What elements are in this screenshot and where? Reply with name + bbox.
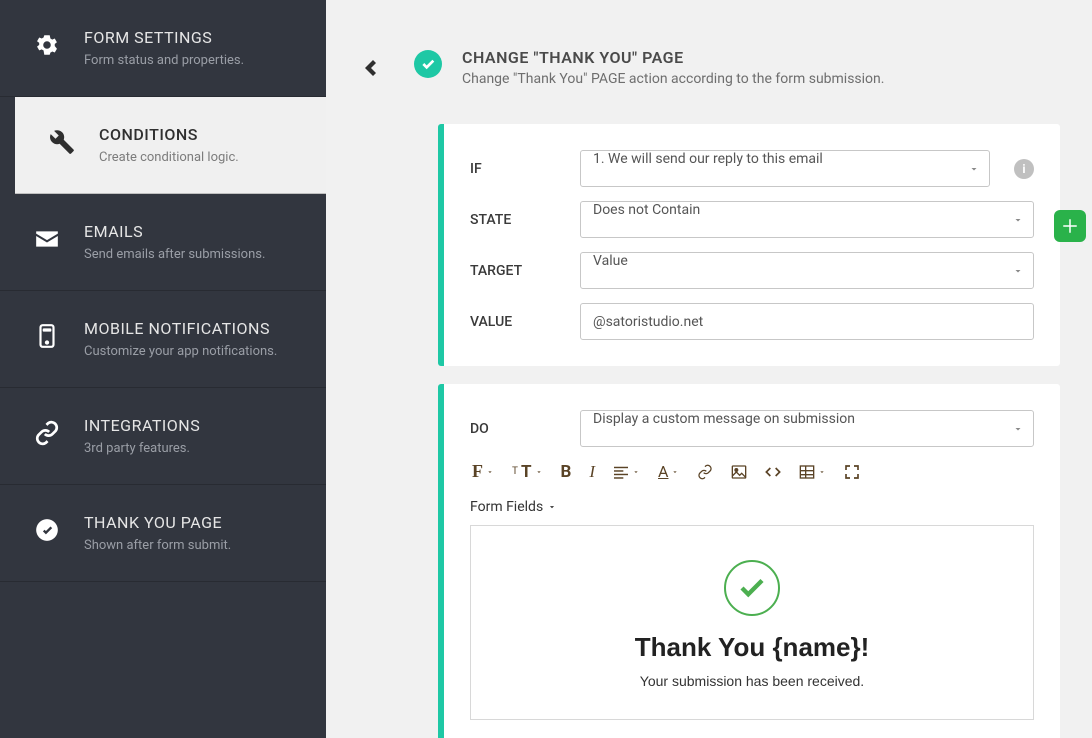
value-label: VALUE <box>470 314 564 330</box>
page-header: CHANGE "THANK YOU" PAGE Change "Thank Yo… <box>358 48 1060 88</box>
image-button[interactable] <box>731 464 747 480</box>
tools-icon <box>47 127 77 157</box>
page-subtitle: Change "Thank You" PAGE action according… <box>462 71 884 87</box>
state-select[interactable]: Does not Contain <box>580 201 1034 238</box>
sidebar-item-title: MOBILE NOTIFICATIONS <box>84 319 277 338</box>
fullscreen-button[interactable] <box>844 464 860 480</box>
sidebar-item-emails[interactable]: EMAILS Send emails after submissions. <box>0 194 326 291</box>
bold-button[interactable]: B <box>561 462 572 482</box>
sidebar-item-mobile-notifications[interactable]: MOBILE NOTIFICATIONS Customize your app … <box>0 291 326 388</box>
message-heading: Thank You {name}! <box>487 632 1017 663</box>
mobile-icon <box>32 321 62 351</box>
table-button[interactable] <box>799 464 826 480</box>
main-panel: CHANGE "THANK YOU" PAGE Change "Thank Yo… <box>326 0 1092 738</box>
page-title: CHANGE "THANK YOU" PAGE <box>462 48 884 67</box>
editor-toolbar: F TT B I A <box>472 461 1034 482</box>
sidebar-item-subtitle: Customize your app notifications. <box>84 344 277 359</box>
sidebar-item-subtitle: Send emails after submissions. <box>84 247 265 262</box>
link-button[interactable] <box>697 464 713 480</box>
sidebar-item-integrations[interactable]: INTEGRATIONS 3rd party features. <box>0 388 326 485</box>
sidebar-item-subtitle: Shown after form submit. <box>84 538 231 553</box>
if-label: IF <box>470 161 564 177</box>
sidebar-item-title: INTEGRATIONS <box>84 416 200 435</box>
check-circle-icon <box>32 515 62 545</box>
if-field-select[interactable]: 1. We will send our reply to this email <box>580 150 990 187</box>
info-icon: i <box>1014 159 1034 179</box>
sidebar-item-thank-you-page[interactable]: THANK YOU PAGE Shown after form submit. <box>0 485 326 582</box>
add-condition-button[interactable] <box>1054 210 1086 242</box>
message-body: Your submission has been received. <box>487 673 1017 689</box>
sidebar-item-title: CONDITIONS <box>99 125 239 144</box>
sidebar-item-title: EMAILS <box>84 222 265 241</box>
sidebar-item-title: THANK YOU PAGE <box>84 513 231 532</box>
target-select[interactable]: Value <box>580 252 1034 289</box>
font-family-button[interactable]: F <box>472 461 494 482</box>
sidebar-item-subtitle: Create conditional logic. <box>99 150 239 165</box>
action-panel: DO Display a custom message on submissio… <box>438 384 1060 738</box>
gear-icon <box>32 30 62 60</box>
sidebar-item-form-settings[interactable]: FORM SETTINGS Form status and properties… <box>0 0 326 97</box>
envelope-icon <box>32 224 62 254</box>
condition-panel: IF 1. We will send our reply to this ema… <box>438 124 1060 366</box>
italic-button[interactable]: I <box>589 462 595 482</box>
sidebar-item-subtitle: Form status and properties. <box>84 53 244 68</box>
check-circle-icon <box>414 50 442 78</box>
code-button[interactable] <box>765 464 781 480</box>
form-fields-dropdown[interactable]: Form Fields <box>470 499 557 515</box>
sidebar: FORM SETTINGS Form status and properties… <box>0 0 326 738</box>
value-input[interactable] <box>580 303 1034 340</box>
back-button[interactable] <box>358 52 394 88</box>
align-button[interactable] <box>613 465 640 479</box>
font-size-button[interactable]: TT <box>512 462 543 482</box>
sidebar-item-subtitle: 3rd party features. <box>84 441 200 456</box>
text-color-button[interactable]: A <box>658 462 679 481</box>
do-label: DO <box>470 421 564 437</box>
sidebar-item-conditions[interactable]: CONDITIONS Create conditional logic. <box>15 97 326 194</box>
do-action-select[interactable]: Display a custom message on submission <box>580 410 1034 447</box>
link-icon <box>32 418 62 448</box>
message-editor[interactable]: Thank You {name}! Your submission has be… <box>470 525 1034 720</box>
sidebar-item-title: FORM SETTINGS <box>84 28 244 47</box>
check-icon <box>724 560 780 616</box>
target-label: TARGET <box>470 263 564 279</box>
state-label: STATE <box>470 212 564 228</box>
